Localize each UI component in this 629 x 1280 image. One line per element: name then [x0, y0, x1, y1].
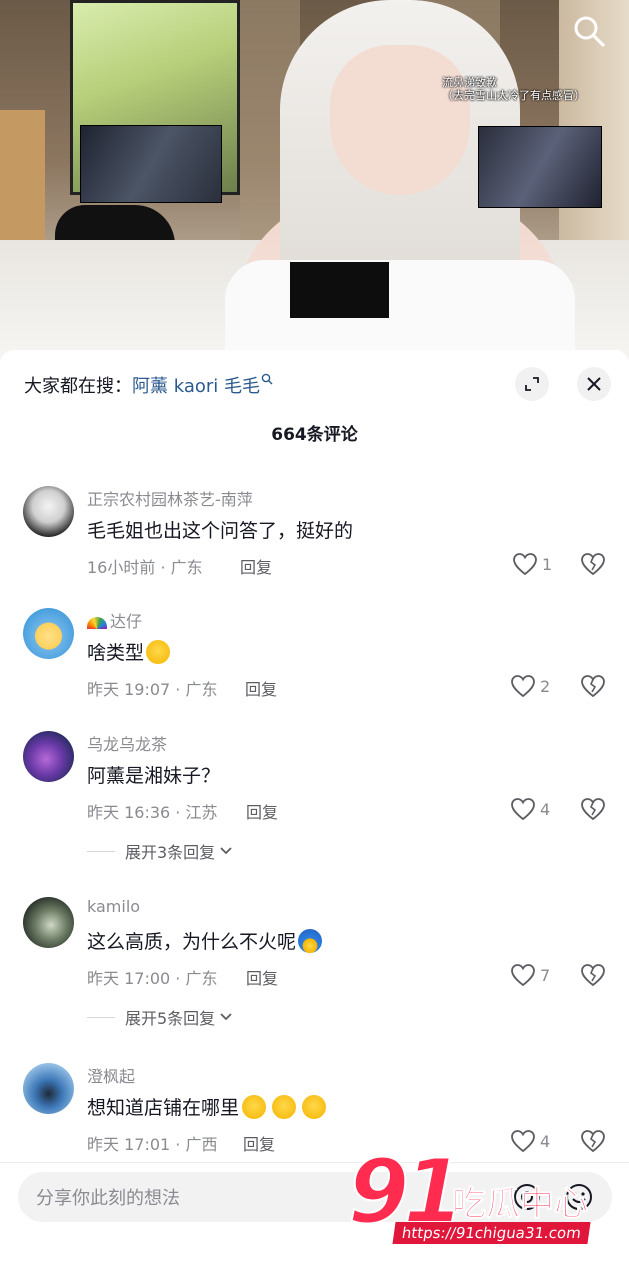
- like-button[interactable]: 2: [510, 674, 550, 698]
- comment-meta: 昨天 16:36 · 江苏: [87, 803, 218, 822]
- expand-replies-label: 展开3条回复: [125, 843, 216, 862]
- comment-location: 广东: [170, 558, 203, 577]
- avatar[interactable]: [23, 608, 74, 659]
- comment-username[interactable]: 正宗农村园林茶艺-南萍: [87, 486, 253, 510]
- expand-replies-button[interactable]: 展开5条回复: [87, 1005, 233, 1029]
- rainbow-icon: [87, 616, 107, 629]
- avatar[interactable]: [23, 731, 74, 782]
- comment-text-content: 啥类型: [87, 642, 145, 664]
- comment-time: 昨天 19:07: [87, 680, 171, 699]
- heart-icon: [511, 675, 535, 698]
- star-eyes-emoji-icon: [146, 639, 171, 664]
- comment-meta: 昨天 17:00 · 广东: [87, 969, 218, 988]
- comment-text: 这么高质，为什么不火呢: [87, 927, 323, 954]
- watermark-logo: 91 吃瓜中心 https://91chigua31.com: [347, 1147, 618, 1258]
- blue-hair-emoji-icon: [298, 928, 323, 953]
- comment-location: 江苏: [185, 803, 218, 822]
- expand-replies-label: 展开5条回复: [125, 1009, 216, 1028]
- comment-text: 啥类型: [87, 638, 171, 665]
- search-suggestion-label: 大家都在搜：: [24, 376, 132, 397]
- dislike-button[interactable]: [580, 797, 606, 825]
- video-caption-line1: 流鼻涕致歉: [442, 76, 497, 89]
- grin-emoji-icon: [302, 1094, 327, 1119]
- comment-username[interactable]: 澄枫起: [87, 1063, 135, 1087]
- comment-location: 广西: [185, 1135, 218, 1154]
- like-count: 2: [540, 676, 551, 696]
- censor-block: [290, 262, 389, 318]
- search-suggestion: 大家都在搜： 阿薰 kaori 毛毛: [24, 372, 273, 398]
- comment-text-content: 这么高质，为什么不火呢: [87, 931, 297, 953]
- comment-username[interactable]: kamilo: [87, 897, 140, 916]
- comment-input-placeholder: 分享你此刻的想法: [36, 1188, 180, 1209]
- comment-text-content: 想知道店铺在哪里: [87, 1097, 240, 1119]
- search-small-icon: [261, 373, 273, 389]
- like-button[interactable]: 7: [510, 963, 550, 987]
- search-suggestion-keyword[interactable]: 阿薰 kaori 毛毛: [132, 372, 260, 398]
- avatar[interactable]: [23, 897, 74, 948]
- divider-line: [87, 850, 115, 852]
- close-icon: [587, 377, 601, 391]
- like-count: 1: [542, 554, 553, 574]
- comment-username[interactable]: 乌龙乌龙茶: [87, 731, 167, 755]
- inset-image-left: [80, 125, 222, 203]
- watermark-url: https://91chigua31.com: [392, 1222, 591, 1244]
- like-button[interactable]: 1: [512, 552, 552, 576]
- broken-heart-icon: [581, 964, 605, 987]
- watermark-title: 吃瓜中心: [452, 1184, 589, 1225]
- broken-heart-icon: [581, 675, 605, 698]
- comment-count: 664条评论: [271, 425, 358, 445]
- grin-emoji-icon: [272, 1094, 297, 1119]
- comment-time: 昨天 17:00: [87, 969, 171, 988]
- expand-replies-button[interactable]: 展开3条回复: [87, 839, 233, 863]
- comment-text: 阿薰是湘妹子？: [87, 765, 221, 787]
- heart-icon: [511, 798, 535, 821]
- like-count: 7: [540, 965, 551, 985]
- comment-meta: 昨天 19:07 · 广东: [87, 680, 218, 699]
- reply-button[interactable]: 回复: [246, 799, 278, 823]
- reply-button[interactable]: 回复: [243, 1131, 275, 1155]
- dislike-button[interactable]: [580, 552, 606, 580]
- heart-icon: [511, 964, 535, 987]
- video-caption: 流鼻涕致歉 （去完雪山太冷了有点感冒）: [442, 76, 585, 102]
- avatar[interactable]: [23, 486, 74, 537]
- broken-heart-icon: [581, 553, 605, 576]
- comment-time: 昨天 17:01: [87, 1135, 171, 1154]
- dislike-button[interactable]: [580, 963, 606, 991]
- close-button[interactable]: [577, 367, 611, 401]
- avatar[interactable]: [23, 1063, 74, 1114]
- reply-button[interactable]: 回复: [246, 965, 278, 989]
- like-count: 4: [540, 799, 551, 819]
- like-button[interactable]: 4: [510, 797, 550, 821]
- comment-username[interactable]: 达仔: [87, 608, 142, 632]
- video-caption-line2: （去完雪山太冷了有点感冒）: [442, 89, 585, 102]
- reply-button[interactable]: 回复: [245, 676, 277, 700]
- inset-image-right: [478, 126, 602, 208]
- comment-time: 昨天 16:36: [87, 803, 171, 822]
- comment-meta: 16小时前 · 广东: [87, 558, 203, 577]
- comment-location: 广东: [185, 680, 218, 699]
- dislike-button[interactable]: [580, 674, 606, 702]
- divider-line: [87, 1016, 115, 1018]
- comment-username-text: 达仔: [110, 612, 143, 631]
- video-player[interactable]: 流鼻涕致歉 （去完雪山太冷了有点感冒）: [0, 0, 629, 360]
- reply-button[interactable]: 回复: [240, 554, 272, 578]
- grin-emoji-icon: [242, 1094, 267, 1119]
- search-icon[interactable]: [572, 14, 606, 48]
- comment-meta: 昨天 17:01 · 广西: [87, 1135, 218, 1154]
- comment-text: 想知道店铺在哪里: [87, 1093, 327, 1120]
- comment-text: 毛毛姐也出这个问答了，挺好的: [87, 520, 354, 542]
- broken-heart-icon: [581, 798, 605, 821]
- comment-location: 广东: [185, 969, 218, 988]
- collapse-arrows-icon[interactable]: [515, 367, 549, 401]
- heart-icon: [513, 553, 537, 576]
- chevron-down-icon: [220, 847, 232, 855]
- comment-time: 16小时前: [87, 558, 156, 577]
- chevron-down-icon: [220, 1013, 232, 1021]
